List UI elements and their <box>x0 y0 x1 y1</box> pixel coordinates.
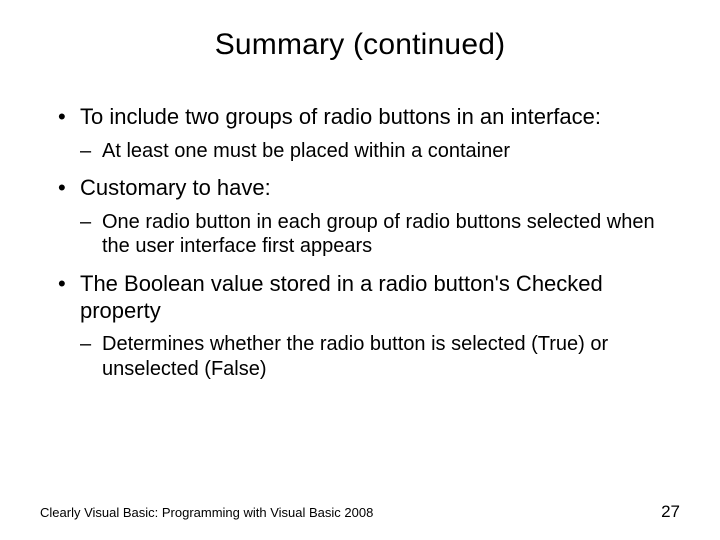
page-number: 27 <box>661 502 680 522</box>
slide-container: Summary (continued) To include two group… <box>0 0 720 540</box>
bullet-level1: To include two groups of radio buttons i… <box>58 104 670 131</box>
slide-content: To include two groups of radio buttons i… <box>40 104 680 381</box>
bullet-level1: The Boolean value stored in a radio butt… <box>58 271 670 325</box>
bullet-level1: Customary to have: <box>58 175 670 202</box>
slide-title: Summary (continued) <box>40 28 680 62</box>
slide-footer: Clearly Visual Basic: Programming with V… <box>40 502 680 522</box>
bullet-level2: Determines whether the radio button is s… <box>80 332 670 381</box>
bullet-level2: One radio button in each group of radio … <box>80 210 670 259</box>
footer-source: Clearly Visual Basic: Programming with V… <box>40 505 373 520</box>
bullet-level2: At least one must be placed within a con… <box>80 139 670 163</box>
